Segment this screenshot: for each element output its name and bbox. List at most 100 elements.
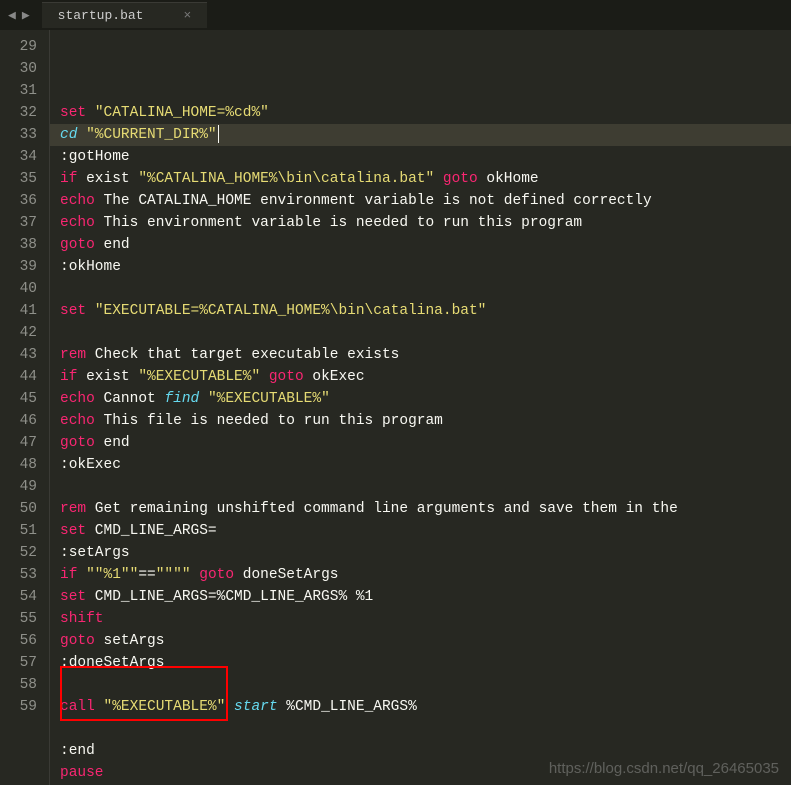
line-number: 32 [0,102,37,124]
code-token: "%CATALINA_HOME%\bin\catalina.bat" [138,171,434,187]
code-area[interactable]: set "CATALINA_HOME=%cd%"cd "%CURRENT_DIR… [50,30,791,785]
line-number: 42 [0,322,37,344]
code-line[interactable]: if ""%1""=="""" goto doneSetArgs [60,564,791,586]
code-line[interactable]: goto setArgs [60,630,791,652]
code-token [260,369,269,385]
line-number: 43 [0,344,37,366]
code-line[interactable] [60,476,791,498]
code-line[interactable]: :setArgs [60,542,791,564]
editor: 2930313233343536373839404142434445464748… [0,30,791,785]
code-token: "%EXECUTABLE%" [208,391,330,407]
code-line[interactable] [60,718,791,740]
code-line[interactable]: :end [60,740,791,762]
code-line[interactable]: set CMD_LINE_ARGS=%CMD_LINE_ARGS% %1 [60,586,791,608]
code-line[interactable]: set "EXECUTABLE=%CATALINA_HOME%\bin\cata… [60,300,791,322]
code-token: set [60,523,86,539]
code-line[interactable]: :doneSetArgs [60,652,791,674]
code-line[interactable]: echo This file is needed to run this pro… [60,410,791,432]
code-line[interactable]: set CMD_LINE_ARGS= [60,520,791,542]
code-token: :okExec [60,457,121,473]
code-token [191,567,200,583]
code-token: "CATALINA_HOME=%cd%" [95,105,269,121]
line-number: 36 [0,190,37,212]
code-line[interactable] [60,278,791,300]
code-token: rem [60,501,86,517]
code-line[interactable]: if exist "%EXECUTABLE%" goto okExec [60,366,791,388]
code-token: end [95,237,130,253]
line-number: 46 [0,410,37,432]
code-token: goto [60,237,95,253]
code-token [434,171,443,187]
line-number: 49 [0,476,37,498]
line-number: 45 [0,388,37,410]
line-number: 51 [0,520,37,542]
line-number: 59 [0,696,37,718]
code-line[interactable]: call "%EXECUTABLE%" start %CMD_LINE_ARGS… [60,696,791,718]
code-token: :okHome [60,259,121,275]
code-token: set [60,105,86,121]
code-token: set [60,589,86,605]
code-token: if [60,567,77,583]
code-line[interactable]: rem Check that target executable exists [60,344,791,366]
code-token: if [60,369,77,385]
code-token: okHome [478,171,539,187]
code-token: "%CURRENT_DIR%" [86,127,217,143]
code-token: doneSetArgs [234,567,338,583]
line-number: 41 [0,300,37,322]
code-token: This environment variable is needed to r… [95,215,582,231]
code-token: CMD_LINE_ARGS=%CMD_LINE_ARGS% %1 [86,589,373,605]
code-line[interactable]: :okExec [60,454,791,476]
code-line[interactable]: set "CATALINA_HOME=%cd%" [60,102,791,124]
code-token: "%EXECUTABLE%" [104,699,226,715]
code-line[interactable]: :okHome [60,256,791,278]
code-token: set [60,303,86,319]
nav-right-icon[interactable]: ▶ [22,8,30,23]
code-token: :gotHome [60,149,130,165]
code-line[interactable]: echo Cannot find "%EXECUTABLE%" [60,388,791,410]
code-line[interactable]: goto end [60,234,791,256]
code-token: goto [199,567,234,583]
code-token: start [234,699,278,715]
nav-left-icon[interactable]: ◀ [8,8,16,23]
tab-startup-bat[interactable]: startup.bat × [42,2,208,28]
code-token: setArgs [95,633,165,649]
code-line[interactable]: echo The CATALINA_HOME environment varia… [60,190,791,212]
code-token [86,303,95,319]
code-line[interactable]: echo This environment variable is needed… [60,212,791,234]
code-line[interactable]: shift [60,608,791,630]
code-token: okExec [304,369,365,385]
line-number: 30 [0,58,37,80]
line-number: 38 [0,234,37,256]
line-number: 50 [0,498,37,520]
code-token: :doneSetArgs [60,655,164,671]
code-token: """" [156,567,191,583]
code-token [199,391,208,407]
line-number: 56 [0,630,37,652]
line-number: 52 [0,542,37,564]
line-number: 53 [0,564,37,586]
code-token [225,699,234,715]
code-line[interactable] [60,674,791,696]
line-number: 58 [0,674,37,696]
code-line[interactable]: goto end [60,432,791,454]
line-number: 34 [0,146,37,168]
close-icon[interactable]: × [183,8,191,23]
line-number: 33 [0,124,37,146]
code-token: exist [77,369,138,385]
code-token: Check that target executable exists [86,347,399,363]
code-token: goto [269,369,304,385]
code-token: echo [60,413,95,429]
code-line[interactable]: if exist "%CATALINA_HOME%\bin\catalina.b… [60,168,791,190]
code-line[interactable]: :gotHome [60,146,791,168]
code-token: pause [60,765,104,781]
code-token: ""%1"" [86,567,138,583]
code-token: CMD_LINE_ARGS= [86,523,217,539]
code-token: The CATALINA_HOME environment variable i… [95,193,652,209]
code-line[interactable] [60,322,791,344]
code-token [95,699,104,715]
code-line[interactable]: rem Get remaining unshifted command line… [60,498,791,520]
text-caret [218,125,219,143]
code-line[interactable]: cd "%CURRENT_DIR%" [50,124,791,146]
line-number: 29 [0,36,37,58]
line-number: 55 [0,608,37,630]
